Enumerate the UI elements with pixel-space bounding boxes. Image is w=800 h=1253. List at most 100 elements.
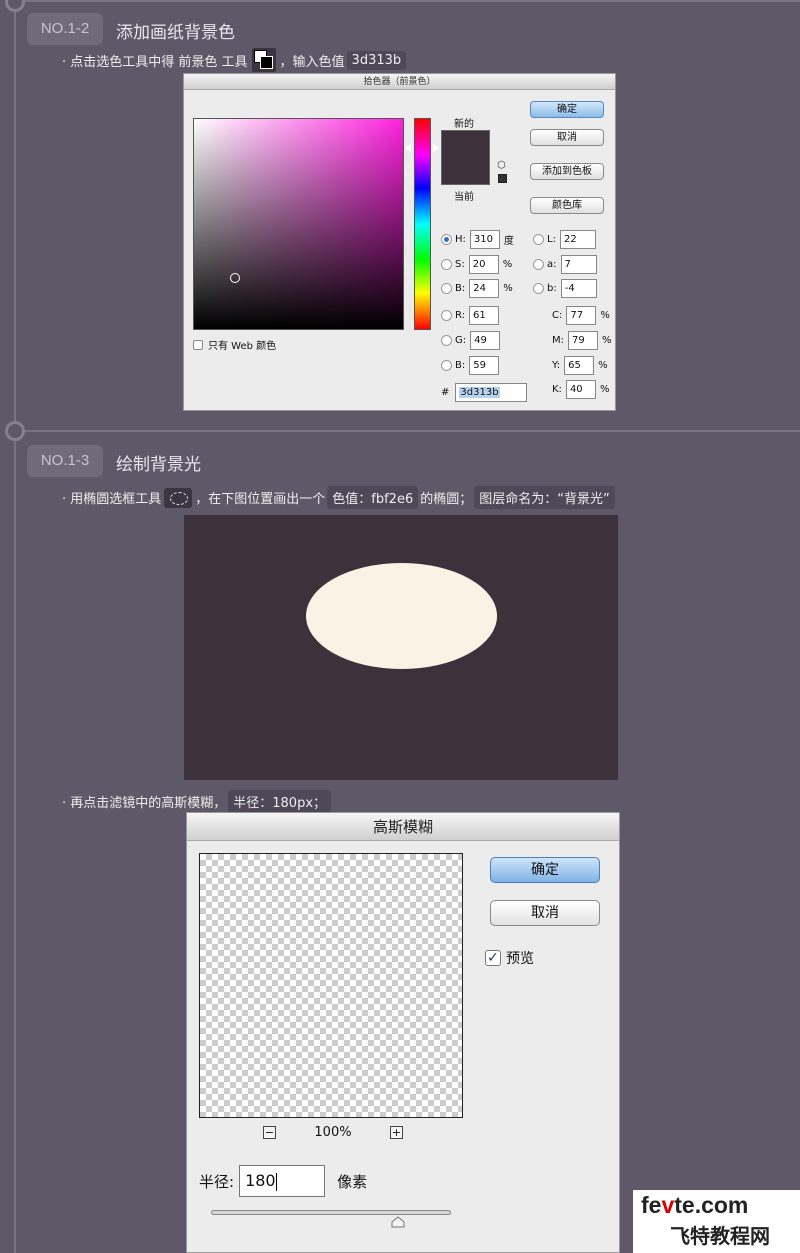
yellow-input[interactable]: 65 [564,355,595,375]
lab-l-radio[interactable] [533,233,544,245]
brightness-radio[interactable] [441,282,452,294]
fg-bg-color-tool-icon [251,48,276,72]
blur-preview-area[interactable] [199,853,463,1118]
field-label: S: [455,258,465,270]
color-libraries-button[interactable]: 颜色库 [530,197,604,214]
watermark-domain: fevte.com [641,1192,749,1218]
green-input[interactable]: 49 [470,330,501,350]
yellow-field-row: Y: 65 % [552,355,608,375]
saturation-input[interactable]: 20 [468,254,499,274]
cancel-button[interactable]: 取消 [530,129,604,146]
hue-radio[interactable] [441,233,452,245]
magenta-field-row: M: 79 % [552,330,612,350]
black-input[interactable]: 40 [565,379,596,399]
blue-input[interactable]: 59 [469,355,500,375]
zoom-level: 100% [314,1125,352,1140]
hue-input[interactable]: 310 [469,229,500,249]
radius-slider-track[interactable] [211,1210,451,1215]
web-safe-cube-icon[interactable]: ⬡ [497,160,506,171]
web-safe-swatch[interactable] [498,174,507,183]
step-badge: NO.1-2 [27,13,103,45]
brightness-input[interactable]: 24 [469,278,500,298]
instruction-text: · 再点击滤镜中的高斯模糊， [62,796,227,811]
layer-name-highlight: 图层命名为：“背景光” [474,486,615,509]
lab-a-field-row: a: 7 [533,254,601,274]
step-title: 添加画纸背景色 [116,23,235,43]
unit-label: % [598,359,608,371]
unit-label: % [602,334,612,346]
dialog-title: 高斯模糊 [187,813,619,841]
cyan-field-row: C: 77 % [552,305,610,325]
color-value-highlight: 3d313b [346,50,407,70]
new-color-label: 新的 [454,119,474,130]
lab-b-radio[interactable] [533,282,544,294]
black-field-row: K: 40 % [552,379,609,399]
zoom-in-icon[interactable]: + [389,1126,403,1139]
lab-a-radio[interactable] [533,258,544,270]
field-label: H: [455,233,466,245]
hue-field-row: H: 310 度 [441,229,514,249]
green-field-row: G: 49 [441,330,504,350]
blue-field-row: B: 59 [441,355,503,375]
hex-input[interactable]: 3d313b [455,382,528,402]
add-to-swatches-button[interactable]: 添加到色板 [530,163,604,180]
radius-highlight: 半径：180px； [228,790,332,813]
web-colors-only-checkbox[interactable]: 只有 Web 颜色 [193,337,276,352]
red-input[interactable]: 61 [469,305,500,325]
hue-slider[interactable] [414,118,431,330]
timeline-line [14,0,16,1253]
radius-label: 半径: [199,1172,235,1191]
unit-label: 度 [503,235,514,247]
watermark-site-name: 飞特教程网 [670,1224,770,1248]
instruction-text: · 用椭圆选框工具 [62,492,162,507]
cancel-button[interactable]: 取消 [490,900,600,926]
field-label: C: [552,309,563,321]
blue-radio[interactable] [441,359,452,371]
field-label: B: [455,282,466,294]
current-color-label: 当前 [454,192,474,203]
checkbox-icon[interactable] [193,339,203,350]
unit-label: % [503,282,513,294]
field-label: Y: [552,359,561,371]
section-divider [14,430,800,432]
field-label: R: [455,309,466,321]
hue-slider-right-arrow-icon[interactable] [433,144,439,152]
background-light-ellipse [306,563,497,669]
radius-input[interactable]: 180 [239,1165,326,1197]
saturation-radio[interactable] [441,258,452,270]
elliptical-marquee-tool-icon [164,487,193,508]
zoom-out-icon[interactable]: − [263,1126,276,1139]
preview-checkbox[interactable]: ✓ 预览 [485,948,534,968]
instruction-text: ，在下图位置画出一个 [195,492,326,507]
field-label: M: [552,334,564,346]
lab-a-input[interactable]: 7 [560,254,597,274]
step-instruction: · 用椭圆选框工具 ，在下图位置画出一个 色值：fbf2e6 的椭圆； 图层命名… [62,486,617,509]
radius-unit: 像素 [337,1172,368,1191]
step-title: 绘制背景光 [116,455,201,475]
red-radio[interactable] [441,309,452,321]
saturation-brightness-field[interactable] [193,118,404,330]
canvas-preview [184,515,618,780]
gaussian-blur-dialog: 高斯模糊 确定 取消 ✓ 预览 − 100% + 半径: 180 像素 [186,812,620,1253]
unit-label: % [599,383,610,395]
radius-value: 180 [245,1171,276,1190]
checkbox-check-icon[interactable]: ✓ [485,950,501,966]
radius-slider-thumb-icon[interactable] [391,1216,405,1228]
checkbox-label: 预览 [506,951,534,967]
cyan-input[interactable]: 77 [566,305,597,325]
lab-l-input[interactable]: 22 [559,229,596,249]
magenta-input[interactable]: 79 [568,330,598,350]
hue-slider-left-arrow-icon[interactable] [405,144,411,152]
step-instruction: · 再点击滤镜中的高斯模糊， 半径：180px； [62,790,333,813]
field-label: b: [547,282,557,294]
lab-b-field-row: b: -4 [533,278,601,298]
step-instruction: · 点击选色工具中得 前景色 工具 ，输入色值 3d313b [62,48,408,72]
lab-b-input[interactable]: -4 [560,278,597,298]
hex-value: 3d313b [459,386,500,398]
field-label: L: [547,233,556,245]
ok-button[interactable]: 确定 [490,857,600,883]
green-radio[interactable] [441,334,452,346]
ok-button[interactable]: 确定 [530,101,604,118]
color-cursor[interactable] [230,273,240,283]
saturation-field-row: S: 20 % [441,254,512,274]
